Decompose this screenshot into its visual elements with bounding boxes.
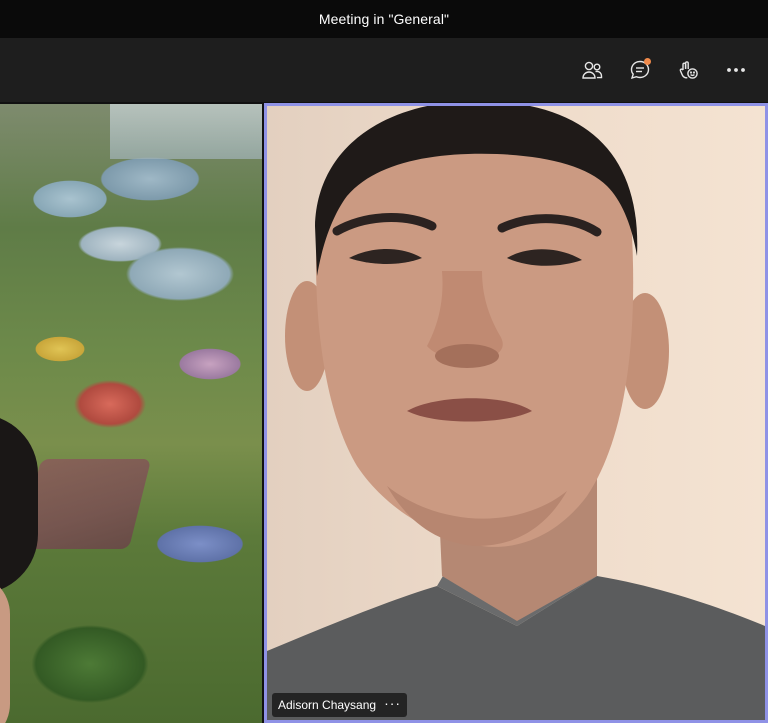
participant-video-left[interactable] — [0, 104, 262, 723]
reactions-button[interactable] — [672, 54, 704, 86]
more-options-icon — [725, 59, 747, 81]
participant-name: Adisorn Chaysang — [278, 698, 377, 712]
participant-video-active-speaker[interactable]: Adisorn Chaysang ··· — [264, 103, 768, 723]
background-window — [110, 104, 262, 159]
chat-button[interactable] — [624, 54, 656, 86]
participant-face — [0, 574, 10, 723]
chat-notification-dot — [644, 58, 651, 65]
video-stage: Adisorn Chaysang ··· — [0, 102, 768, 723]
reactions-icon — [677, 59, 699, 81]
meeting-toolbar — [0, 38, 768, 102]
more-actions-button[interactable] — [720, 54, 752, 86]
participant-more-options[interactable]: ··· — [384, 696, 401, 714]
people-icon — [581, 59, 603, 81]
participant-name-tag: Adisorn Chaysang ··· — [272, 693, 408, 717]
meeting-title: Meeting in "General" — [318, 11, 450, 27]
garden-path — [18, 459, 152, 549]
participants-button[interactable] — [576, 54, 608, 86]
participant-hair — [0, 414, 38, 594]
participant-portrait — [267, 106, 765, 720]
title-bar: Meeting in "General" — [0, 0, 768, 38]
